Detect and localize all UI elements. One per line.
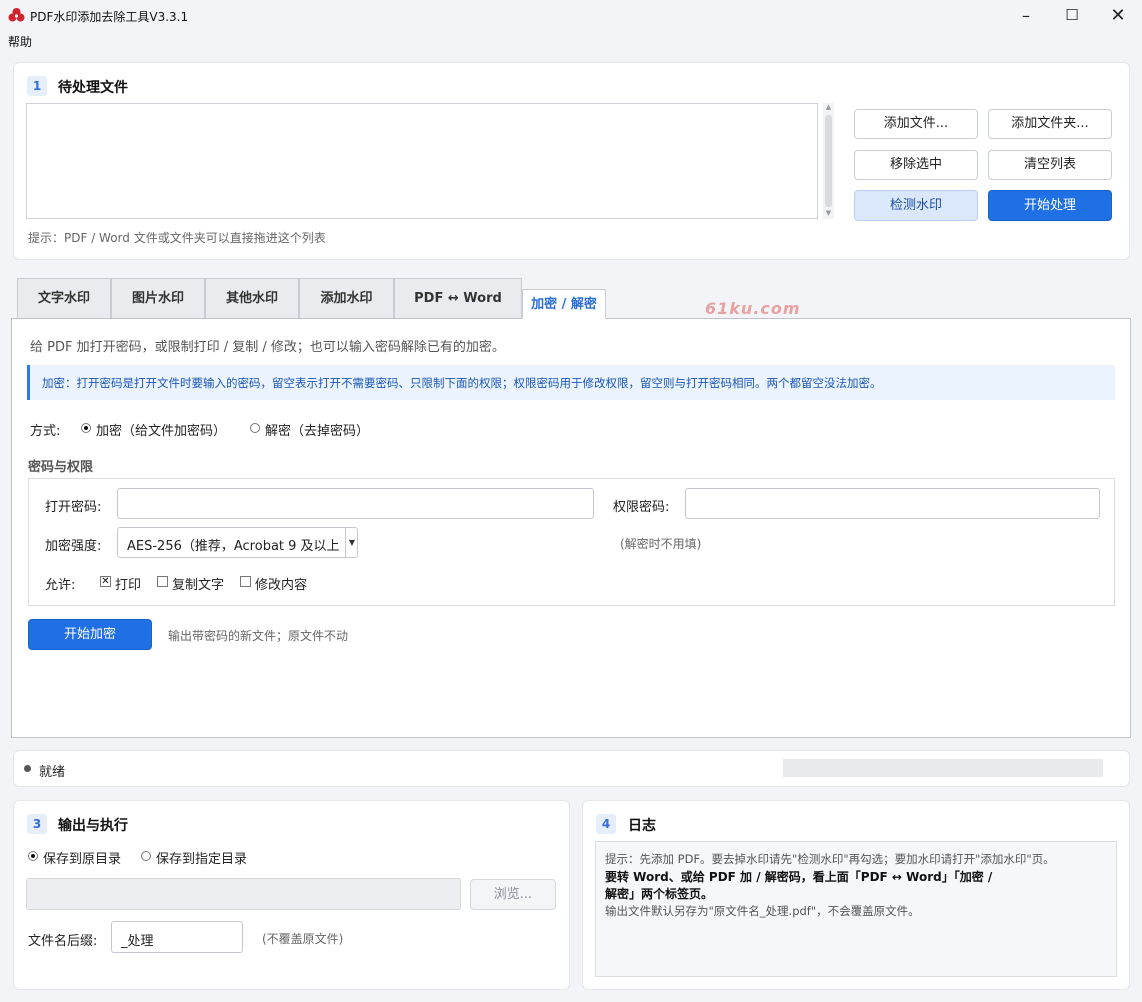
allow-copy-checkbox[interactable] bbox=[157, 576, 168, 587]
log-section-title: 日志 bbox=[628, 818, 656, 834]
log-line: 要转 Word、或给 PDF 加 / 解密码，看上面「PDF ↔ Word」「加… bbox=[605, 870, 993, 884]
close-button[interactable]: ✕ bbox=[1095, 0, 1141, 30]
allow-modify-label[interactable]: 修改内容 bbox=[255, 574, 307, 593]
scroll-up-icon[interactable]: ▲ bbox=[824, 103, 833, 111]
tab-encrypt-decrypt[interactable]: 加密 / 解密 bbox=[522, 289, 606, 319]
log-line: 解密」两个标签页。 bbox=[605, 887, 714, 901]
output-section-title: 输出与执行 bbox=[58, 818, 128, 834]
allow-print-label[interactable]: 打印 bbox=[115, 574, 141, 593]
chevron-down-icon[interactable]: ▼ bbox=[345, 528, 357, 557]
save-original-radio[interactable] bbox=[28, 851, 38, 861]
mode-label: 方式: bbox=[30, 424, 61, 439]
log-line: 输出文件默认另存为"原文件名_处理.pdf"，不会覆盖原文件。 bbox=[605, 904, 920, 918]
mode-decrypt-radio[interactable] bbox=[250, 423, 260, 433]
suffix-note: (不覆盖原文件) bbox=[262, 932, 344, 946]
open-password-label: 打开密码: bbox=[45, 500, 102, 515]
save-custom-label[interactable]: 保存到指定目录 bbox=[156, 848, 247, 867]
allow-label: 允许: bbox=[45, 578, 76, 593]
tab-other-watermark[interactable]: 其他水印 bbox=[205, 278, 299, 318]
mode-decrypt-label[interactable]: 解密（去掉密码） bbox=[265, 420, 369, 439]
password-group-title: 密码与权限 bbox=[28, 460, 94, 475]
window-title: PDF水印添加去除工具V3.3.1 bbox=[30, 10, 189, 24]
browse-button[interactable]: 浏览... bbox=[470, 879, 556, 910]
strength-select[interactable]: AES-256（推荐，Acrobat 9 及以上 ▼ bbox=[117, 527, 358, 558]
info-banner-text: 加密：打开密码是打开文件时要输入的密码，留空表示打开不需要密码、只限制下面的权限… bbox=[42, 376, 882, 390]
tab-pdf-word[interactable]: PDF ↔ Word bbox=[394, 278, 522, 318]
suffix-input[interactable]: _处理 bbox=[111, 921, 243, 953]
tab-add-watermark[interactable]: 添加水印 bbox=[299, 278, 394, 318]
detect-watermark-button[interactable]: 检测水印 bbox=[854, 190, 978, 221]
clear-list-button[interactable]: 清空列表 bbox=[988, 150, 1112, 180]
allow-copy-label[interactable]: 复制文字 bbox=[172, 574, 224, 593]
suffix-label: 文件名后缀: bbox=[28, 934, 98, 949]
files-section-title: 待处理文件 bbox=[58, 80, 128, 96]
menu-bar bbox=[0, 30, 1142, 50]
output-dir-input[interactable] bbox=[26, 878, 461, 910]
maximize-button[interactable]: ☐ bbox=[1049, 0, 1095, 30]
minimize-button[interactable]: – bbox=[1003, 0, 1049, 30]
encrypt-description: 给 PDF 加打开密码，或限制打印 / 复制 / 修改；也可以输入密码解除已有的… bbox=[30, 340, 505, 355]
file-list[interactable] bbox=[26, 103, 818, 219]
file-list-scrollbar[interactable]: ▲ ▼ bbox=[823, 103, 834, 219]
tab-text-watermark[interactable]: 文字水印 bbox=[17, 278, 111, 318]
status-text: 就绪 bbox=[39, 765, 66, 780]
start-encrypt-note: 输出带密码的新文件；原文件不动 bbox=[168, 629, 349, 643]
allow-modify-checkbox[interactable] bbox=[240, 576, 251, 587]
add-files-button[interactable]: 添加文件... bbox=[854, 109, 978, 139]
log-line: 提示：先添加 PDF。要去掉水印请先"检测水印"再勾选；要加水印请打开"添加水印… bbox=[605, 852, 1055, 866]
file-list-hint: 提示：PDF / Word 文件或文件夹可以直接拖进这个列表 bbox=[28, 231, 326, 245]
suffix-value: _处理 bbox=[121, 934, 154, 949]
decrypt-note: (解密时不用填) bbox=[620, 537, 702, 551]
remove-selected-button[interactable]: 移除选中 bbox=[854, 150, 978, 180]
strength-label: 加密强度: bbox=[45, 539, 102, 554]
status-dot-icon bbox=[24, 765, 31, 772]
progress-bar bbox=[783, 759, 1103, 777]
permission-password-label: 权限密码: bbox=[613, 500, 670, 515]
watermark-overlay: 61ku.com bbox=[705, 299, 801, 318]
add-folder-button[interactable]: 添加文件夹... bbox=[988, 109, 1112, 139]
step-number-4: 4 bbox=[596, 814, 616, 834]
menu-help[interactable]: 帮助 bbox=[8, 33, 32, 50]
mode-encrypt-radio[interactable] bbox=[81, 423, 91, 433]
save-original-label[interactable]: 保存到原目录 bbox=[43, 848, 121, 867]
scroll-thumb[interactable] bbox=[825, 115, 832, 207]
permission-password-input[interactable] bbox=[685, 488, 1100, 519]
step-number-1: 1 bbox=[27, 76, 47, 96]
allow-print-checkbox[interactable]: ✕ bbox=[100, 576, 111, 587]
step-number-3: 3 bbox=[27, 814, 47, 834]
open-password-input[interactable] bbox=[117, 488, 594, 519]
strength-value: AES-256（推荐，Acrobat 9 及以上 bbox=[127, 539, 340, 554]
start-processing-button[interactable]: 开始处理 bbox=[988, 190, 1112, 221]
tab-image-watermark[interactable]: 图片水印 bbox=[111, 278, 205, 318]
start-encrypt-button[interactable]: 开始加密 bbox=[28, 619, 152, 650]
scroll-down-icon[interactable]: ▼ bbox=[824, 209, 833, 217]
mode-encrypt-label[interactable]: 加密（给文件加密码） bbox=[96, 420, 226, 439]
app-logo-icon bbox=[8, 8, 25, 22]
save-custom-radio[interactable] bbox=[141, 851, 151, 861]
